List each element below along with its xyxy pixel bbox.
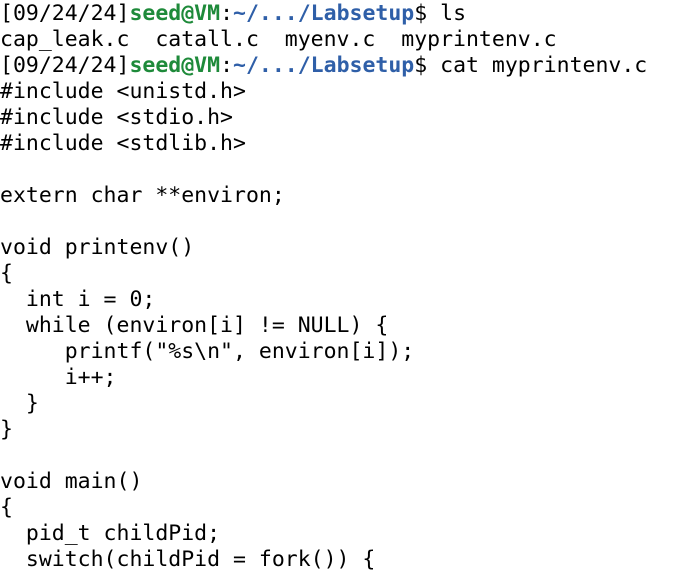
prompt-user-host: seed@VM [129, 1, 221, 26]
code-line: switch(childPid = fork()) { [0, 547, 376, 570]
code-line: extern char **environ; [0, 183, 285, 208]
prompt-date: [09/24/24] [0, 53, 130, 78]
prompt-user-host: seed@VM [129, 53, 221, 78]
code-line: pid_t childPid; [0, 521, 221, 546]
command-text: cat myprintenv.c [440, 53, 648, 78]
code-line: printf("%s\n", environ[i]); [0, 339, 415, 364]
code-line: i++; [0, 365, 117, 390]
code-line: void main() [0, 469, 143, 494]
ls-output-line: cap_leak.c catall.c myenv.c myprintenv.c [0, 27, 557, 52]
prompt-colon: : [220, 53, 234, 78]
code-line: #include <stdio.h> [0, 105, 233, 130]
command-text: ls [440, 1, 467, 26]
code-line: #include <unistd.h> [0, 79, 246, 104]
code-line: } [0, 417, 13, 442]
prompt-date: [09/24/24] [0, 1, 130, 26]
code-line: int i = 0; [0, 287, 156, 312]
terminal-output: [09/24/24]seed@VM:~/.../Labsetup$ ls cap… [0, 0, 699, 570]
code-line: } [0, 391, 39, 416]
prompt-path: ~/.../Labsetup [233, 1, 415, 26]
prompt-path: ~/.../Labsetup [233, 53, 415, 78]
code-line: void printenv() [0, 235, 195, 260]
prompt-dollar: $ [414, 53, 441, 78]
terminal-window[interactable]: [09/24/24]seed@VM:~/.../Labsetup$ ls cap… [0, 0, 699, 570]
code-line: { [0, 261, 13, 286]
prompt-line-2: [09/24/24]seed@VM:~/.../Labsetup$ cat my… [0, 53, 699, 79]
code-line: while (environ[i] != NULL) { [0, 313, 389, 338]
prompt-colon: : [220, 1, 234, 26]
code-line: #include <stdlib.h> [0, 131, 246, 156]
prompt-line-1: [09/24/24]seed@VM:~/.../Labsetup$ ls [0, 1, 699, 27]
code-line: { [0, 495, 13, 520]
prompt-dollar: $ [414, 1, 441, 26]
